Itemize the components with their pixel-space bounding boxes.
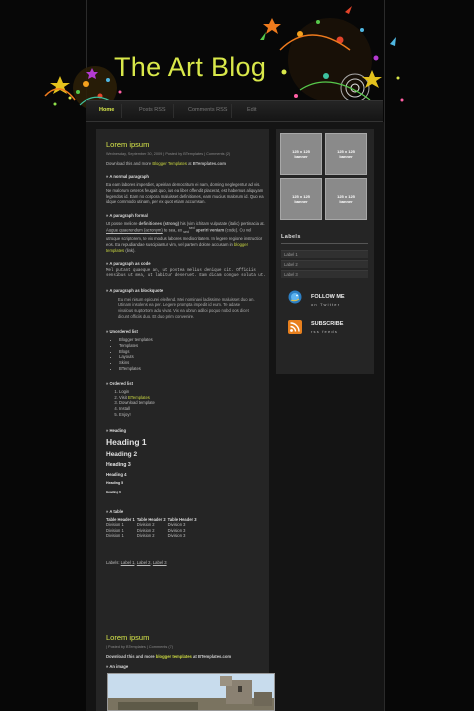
templates-link[interactable]: Blogger Templates (152, 161, 187, 166)
ordered-list: Login Visit BTemplates Download template… (119, 389, 266, 418)
formal-paragraph: Ut posse meliore definitiones (strong) h… (106, 221, 266, 254)
nav-item-comments-rss[interactable]: Comments RSS (188, 107, 227, 113)
superscript-text: sed (188, 226, 195, 231)
download-note: Download this and more Blogger Templates… (106, 161, 266, 167)
strong-text: definitiones (strong) (138, 220, 180, 226)
nav-divider (231, 104, 232, 118)
follow-me-title[interactable]: FOLLOW ME (311, 294, 345, 300)
section-heading: » Unordered list (106, 329, 138, 335)
text: Ut posse meliore (106, 220, 139, 226)
label-link[interactable]: Label 3 (153, 560, 167, 565)
nav-divider (121, 104, 122, 118)
sidebar-label-item[interactable]: Label 2 (281, 260, 368, 268)
heading-5: Heading 5 (106, 480, 124, 485)
list-item: Enjoy! (119, 412, 266, 418)
nav-item-edit[interactable]: Edit (247, 107, 256, 113)
section-heading: » A normal paragraph (106, 174, 149, 180)
table-row: Division 1 Division 2 Division 3 (106, 533, 198, 538)
section-heading: » Ordered list (106, 381, 133, 387)
post-labels: Labels: Label 1, Label 2, Label 3 (106, 560, 167, 566)
label-link[interactable]: Label 1 (121, 560, 135, 565)
label-link[interactable]: Label 2 (137, 560, 151, 565)
table-cell: Division 2 (136, 532, 155, 538)
code-paragraph: Mel putant quaeque an, ut postea melius … (106, 269, 266, 279)
ad-banner[interactable]: 125 x 125 banner (325, 178, 367, 220)
normal-paragraph: Ea eam labores imperdiet, apeirian democ… (106, 182, 264, 205)
nav-bar: Home Posts RSS Comments RSS Edit (86, 100, 383, 122)
sidebar-label-item[interactable]: Label 1 (281, 250, 368, 258)
section-heading: » A paragraph as code (106, 261, 151, 267)
btemplates-link[interactable]: BTemplates (128, 395, 150, 400)
heading-3: Heading 3 (106, 462, 131, 469)
heading-6: Heading 6 (106, 489, 121, 494)
post-2: Lorem ipsum | Posted by BTemplates | Com… (106, 633, 266, 672)
subscribe-subtitle: rss feeds (311, 329, 339, 334)
templates-link[interactable]: blogger templates (156, 654, 192, 659)
text: te sea, ex (162, 227, 184, 233)
download-text: Download this and more (106, 653, 156, 659)
nav-item-posts-rss[interactable]: Posts RSS (139, 107, 166, 113)
text: his (vim ichitam vulputate (italic) pert… (179, 220, 265, 226)
subscript-text: sed (183, 230, 189, 235)
list-item-text: Visit (119, 394, 128, 400)
list-item: BTemplates (119, 366, 266, 372)
subscribe-title[interactable]: SUBSCRIBE (311, 321, 343, 327)
post-meta: | Posted by BTemplates | Comments (7) (106, 645, 173, 649)
sidebar-label-item[interactable]: Label 3 (281, 270, 368, 278)
site-link[interactable]: BTemplates.com (198, 654, 231, 659)
right-splash-art (260, 6, 404, 103)
blog-title[interactable]: The Art Blog (114, 52, 266, 83)
code-text: aperiri veniam (195, 227, 225, 233)
post-meta: Wednesday, September 30, 2009 | Posted b… (106, 152, 231, 156)
ad-banner[interactable]: 125 x 125 banner (325, 133, 367, 175)
divider (281, 243, 368, 244)
section-heading: » Heading (106, 427, 127, 433)
twitter-bird-icon[interactable] (288, 290, 302, 304)
heading-2: Heading 2 (106, 451, 138, 459)
section-heading: » A table (106, 509, 124, 515)
download-text: Download this and more (106, 160, 153, 166)
unordered-list: Blogger templates Templates Blogs Layout… (119, 337, 266, 371)
ad-banner[interactable]: 125 x 125 banner (280, 178, 322, 220)
acronym-text: Augue quaerendum (acronym) (106, 227, 163, 233)
heading-4: Heading 4 (106, 472, 127, 478)
site-link[interactable]: BTemplates.com (193, 161, 226, 166)
section-heading: » A paragraph as blockquote (106, 287, 164, 293)
post-image (107, 673, 275, 711)
table-cell: Division 1 (106, 532, 124, 538)
follow-me-subtitle: on Twitter (311, 302, 341, 307)
data-table: Table Header 1 Table Header 2 Table Head… (106, 517, 198, 538)
nav-item-home[interactable]: Home (99, 107, 114, 113)
heading-1: Heading 1 (106, 437, 147, 448)
post-title[interactable]: Lorem ipsum (106, 140, 266, 149)
section-heading: » A paragraph formal (106, 212, 148, 218)
download-note: Download this and more blogger templates… (106, 654, 266, 660)
table-cell: Division 3 (167, 532, 186, 538)
post-title[interactable]: Lorem ipsum (106, 633, 266, 642)
post-1: Lorem ipsum Wednesday, September 30, 200… (106, 140, 266, 569)
text: (link). (124, 247, 136, 253)
section-heading: » An image (106, 664, 129, 670)
castle-photo (108, 674, 274, 710)
labels-heading: Labels (281, 234, 301, 240)
table-row: Division 1 Division 2 Division 3 (106, 522, 198, 527)
blockquote: Eu mei nisum epicurei eleifend. Mei nomi… (118, 296, 255, 319)
nav-divider (173, 104, 174, 118)
labels-prefix: Labels: (106, 560, 121, 566)
ad-banner[interactable]: 125 x 125 banner (280, 133, 322, 175)
rss-icon[interactable] (288, 320, 302, 334)
